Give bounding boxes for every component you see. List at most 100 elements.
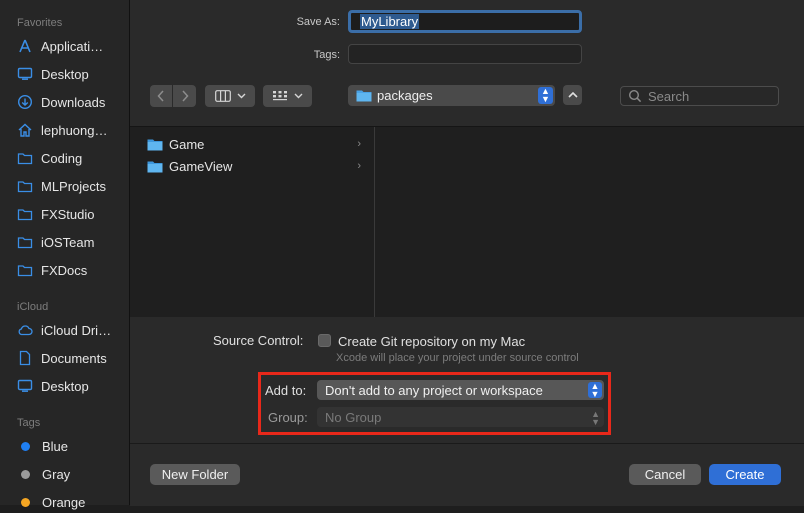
tags-label: Tags: — [313, 49, 340, 61]
folder-icon — [17, 153, 33, 165]
popup-stepper-icon: ▲ ▼ — [588, 382, 602, 399]
tag-color-dot — [21, 469, 30, 479]
sidebar-item-label: lephuong… — [41, 122, 108, 138]
git-hint-text: Xcode will place your project under sour… — [336, 352, 579, 364]
sidebar-item-label: Documents — [41, 350, 107, 366]
file-browser: Game › GameView › — [130, 126, 804, 318]
tags-section-title: Tags — [17, 417, 41, 429]
popup-stepper-icon: ▲ ▼ — [591, 409, 600, 427]
group-value: No Group — [325, 409, 382, 425]
sidebar-item-label: MLProjects — [41, 178, 107, 194]
sidebar-item-label: Blue — [42, 438, 69, 454]
git-repo-checkbox[interactable] — [318, 334, 331, 347]
chevron-right-icon: › — [357, 138, 361, 150]
group-popup[interactable]: No Group ▲ ▼ — [317, 407, 604, 427]
sidebar-item-downloads[interactable]: Downloads — [17, 91, 127, 113]
grid-icon — [272, 91, 287, 101]
folder-icon — [17, 209, 33, 221]
browser-item-label: Game — [169, 136, 205, 152]
sidebar-tag-gray[interactable]: Gray — [17, 463, 127, 485]
cloud-icon — [18, 325, 33, 336]
save-dialog: Favorites Applicati… Desktop Downloads l… — [0, 0, 804, 510]
chevron-right-icon — [181, 90, 189, 102]
back-button[interactable] — [150, 85, 172, 107]
home-icon — [18, 123, 32, 137]
sidebar-item-label: iOSTeam — [41, 234, 95, 250]
sidebar-item-label: Applicati… — [41, 38, 104, 54]
git-checkbox-label: Create Git repository on my Mac — [338, 334, 526, 349]
sidebar-item-label: FXStudio — [41, 206, 95, 222]
popup-stepper-icon: ▲ ▼ — [538, 87, 553, 104]
icloud-section-title: iCloud — [17, 301, 49, 313]
browser-row-game[interactable]: Game › — [147, 134, 361, 154]
new-folder-button[interactable]: New Folder — [150, 464, 240, 485]
save-as-label: Save As: — [296, 16, 340, 28]
sidebar: Favorites Applicati… Desktop Downloads l… — [0, 0, 130, 510]
search-icon — [628, 89, 642, 103]
chevron-right-icon: › — [357, 160, 361, 172]
browser-row-gameview[interactable]: GameView › — [147, 156, 361, 176]
sidebar-item-documents[interactable]: Documents — [17, 347, 127, 369]
applications-icon — [19, 39, 31, 53]
column-divider[interactable] — [374, 127, 375, 317]
sidebar-tag-orange[interactable]: Orange — [17, 491, 127, 513]
view-mode-button[interactable] — [205, 85, 255, 107]
chevron-down-icon — [294, 93, 302, 99]
source-control-label: Source Control: — [213, 333, 304, 348]
sidebar-tag-blue[interactable]: Blue — [17, 435, 127, 457]
sidebar-item-icloud-drive[interactable]: iCloud Dri… — [17, 319, 127, 341]
group-mode-button[interactable] — [263, 85, 312, 107]
sidebar-item-applications[interactable]: Applicati… — [17, 35, 127, 57]
sidebar-item-label: FXDocs — [41, 262, 88, 278]
tag-color-dot — [21, 497, 30, 507]
sidebar-item-icloud-desktop[interactable]: Desktop — [17, 375, 127, 397]
sidebar-item-fxdocs[interactable]: FXDocs — [17, 259, 127, 281]
tags-field[interactable] — [348, 44, 582, 64]
sidebar-item-label: iCloud Dri… — [41, 322, 112, 338]
sidebar-item-label: Downloads — [41, 94, 106, 110]
folder-icon — [356, 90, 372, 102]
group-label: Group: — [268, 410, 308, 425]
tag-color-dot — [21, 441, 30, 451]
search-input[interactable] — [648, 88, 768, 104]
folder-icon — [147, 139, 163, 150]
columns-view-icon — [214, 90, 231, 102]
save-as-field[interactable]: MyLibrary — [348, 10, 582, 33]
sidebar-item-label: Orange — [42, 494, 86, 510]
favorites-section-title: Favorites — [17, 17, 63, 29]
chevron-down-icon — [237, 93, 245, 99]
add-to-label: Add to: — [265, 383, 307, 398]
save-as-value: MyLibrary — [360, 14, 420, 29]
folder-icon — [17, 265, 33, 277]
main-panel: Save As: MyLibrary Tags: packages ▲ ▼ Se… — [130, 0, 804, 506]
sidebar-item-mlprojects[interactable]: MLProjects — [17, 175, 127, 197]
search-field[interactable] — [620, 86, 779, 106]
sidebar-item-iosteam[interactable]: iOSTeam — [17, 231, 127, 253]
dialog-footer: New Folder Cancel Create — [130, 443, 804, 506]
location-folder-name: packages — [377, 88, 433, 103]
create-button[interactable]: Create — [709, 464, 781, 485]
folder-icon — [17, 181, 33, 193]
folder-icon — [17, 237, 33, 249]
desktop-icon — [17, 67, 33, 80]
sidebar-item-label: Desktop — [41, 378, 89, 394]
chevron-left-icon — [157, 90, 164, 102]
chevron-up-icon — [567, 92, 578, 98]
sidebar-item-label: Coding — [41, 150, 83, 166]
sidebar-item-home[interactable]: lephuong… — [17, 119, 127, 141]
cancel-button[interactable]: Cancel — [629, 464, 701, 485]
sidebar-item-coding[interactable]: Coding — [17, 147, 127, 169]
downloads-icon — [17, 94, 33, 110]
add-to-value: Don't add to any project or workspace — [325, 382, 543, 398]
forward-button[interactable] — [173, 85, 196, 107]
sidebar-item-label: Gray — [42, 466, 71, 482]
location-popup[interactable]: packages ▲ ▼ — [348, 85, 555, 106]
sidebar-item-fxstudio[interactable]: FXStudio — [17, 203, 127, 225]
project-options: Source Control: Create Git repository on… — [130, 317, 804, 442]
sidebar-item-desktop[interactable]: Desktop — [17, 63, 127, 85]
add-to-popup[interactable]: Don't add to any project or workspace ▲ ▼ — [317, 380, 604, 400]
browser-item-label: GameView — [169, 158, 233, 174]
desktop-icon — [17, 379, 33, 392]
expand-collapse-button[interactable] — [563, 85, 582, 105]
document-icon — [19, 350, 31, 366]
